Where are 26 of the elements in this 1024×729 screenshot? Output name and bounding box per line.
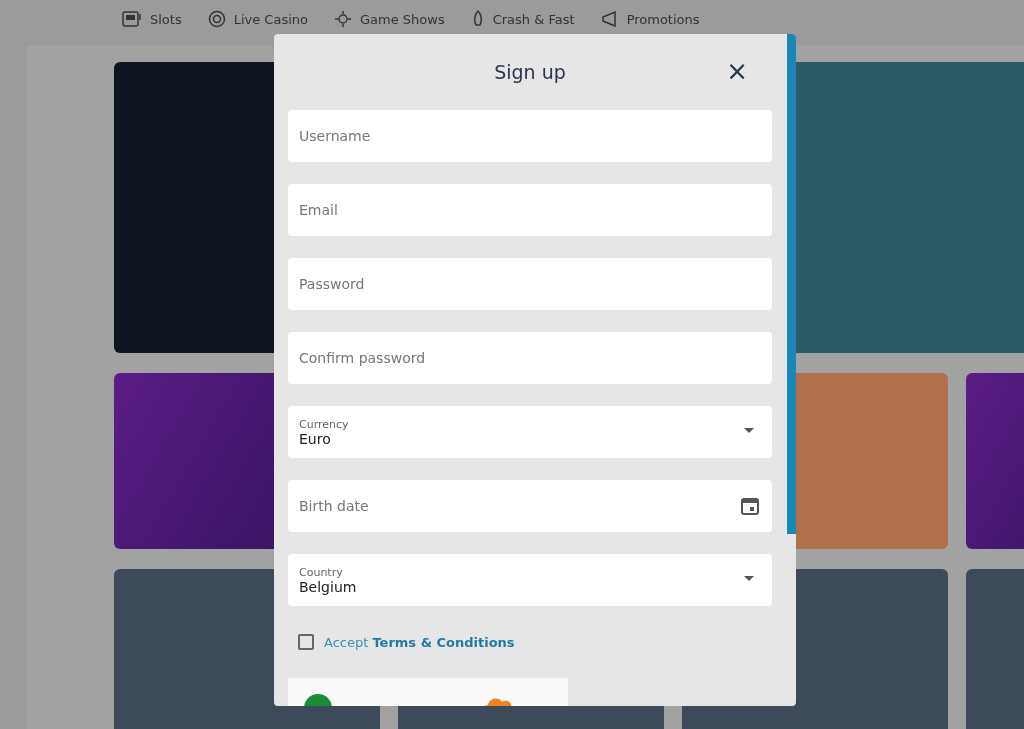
slot-machine-icon xyxy=(122,10,142,28)
caret-icon xyxy=(744,576,754,582)
sun-icon xyxy=(334,10,352,28)
calendar-icon xyxy=(740,496,760,516)
dialog-title: Sign up xyxy=(494,61,566,83)
nav-link[interactable]: Game Shows xyxy=(334,10,445,28)
terms-link[interactable]: Terms & Conditions xyxy=(372,634,515,650)
select-field[interactable]: Currency Euro xyxy=(288,406,772,458)
nav-link[interactable]: Promotions xyxy=(600,10,700,28)
nav-link[interactable]: Crash & Fast xyxy=(470,10,575,28)
select-field[interactable]: Country Belgium xyxy=(288,554,772,606)
input-field[interactable]: Password xyxy=(288,258,772,310)
close-button[interactable]: × xyxy=(720,56,754,86)
megaphone-icon xyxy=(600,10,619,28)
input-field[interactable]: Email xyxy=(288,184,772,236)
terms-label: Accept Terms & Conditions xyxy=(324,634,515,650)
chip-icon xyxy=(207,10,226,28)
captcha-widget[interactable] xyxy=(288,678,568,706)
nav-link[interactable]: Slots xyxy=(122,10,182,28)
caret-icon xyxy=(744,428,754,434)
scrollbar[interactable] xyxy=(787,34,796,534)
input-field[interactable]: Username xyxy=(288,110,772,162)
nav-link[interactable]: Live Casino xyxy=(207,10,308,28)
checkbox[interactable] xyxy=(298,634,314,650)
input-field[interactable]: Confirm password xyxy=(288,332,772,384)
date-field[interactable]: Birth date xyxy=(288,480,772,532)
